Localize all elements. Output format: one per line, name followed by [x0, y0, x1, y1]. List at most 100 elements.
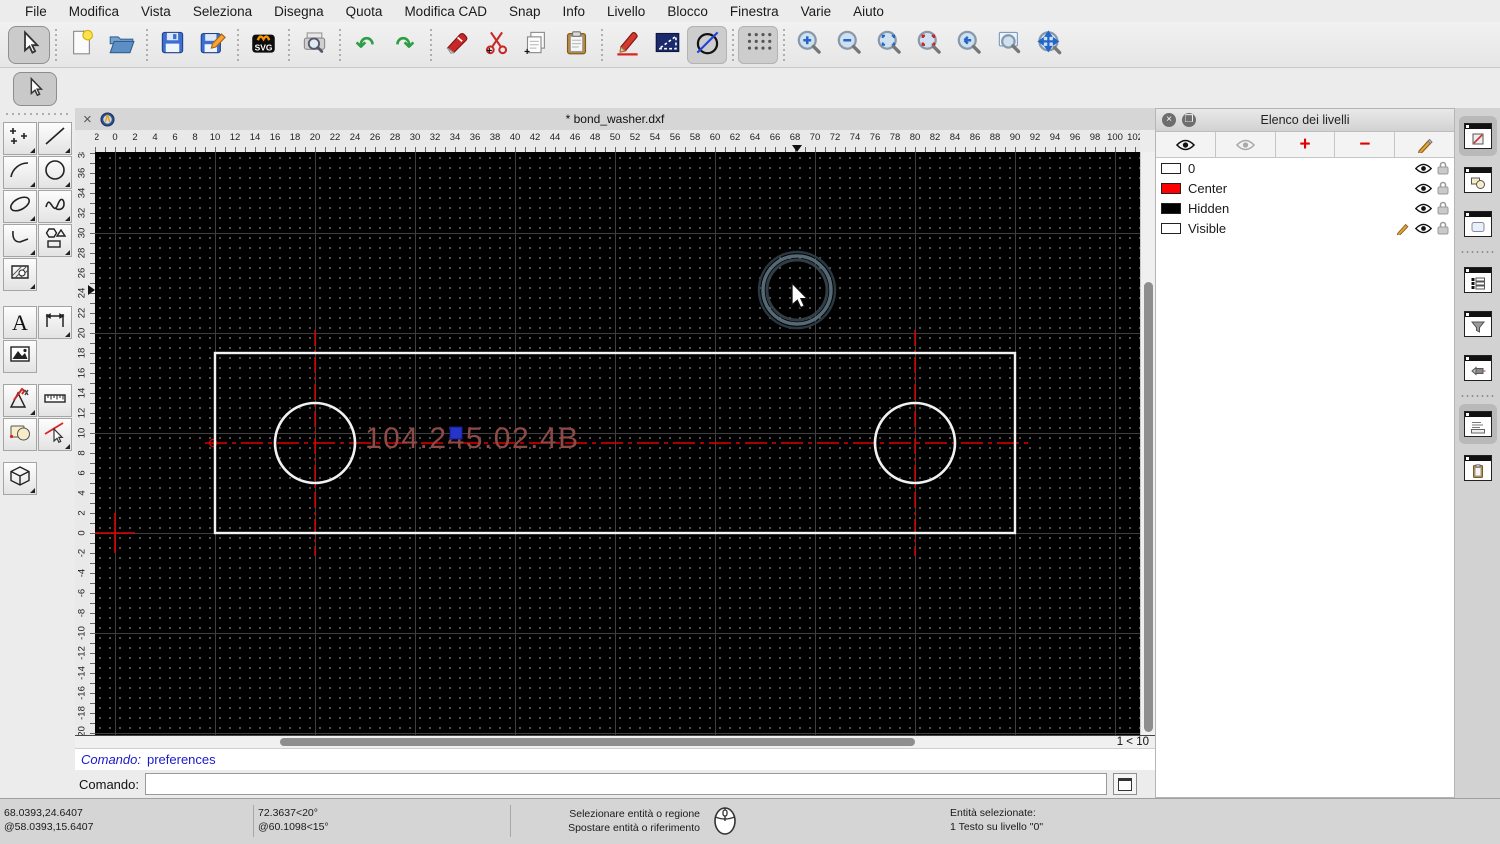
dock-entity-list-button[interactable] [1459, 260, 1497, 300]
select-cursor-button[interactable] [8, 25, 50, 64]
zoom-auto-button[interactable] [869, 26, 909, 64]
vertical-scrollbar-thumb[interactable] [1144, 282, 1153, 732]
print-preview-button[interactable] [294, 26, 334, 64]
add-layer-button[interactable]: + [1275, 132, 1336, 157]
dimension-tool[interactable] [38, 306, 72, 339]
ruler-label: 80 [909, 132, 921, 143]
drawing-canvas[interactable]: 104.245.02.4B [95, 152, 1140, 735]
ellipse-tool[interactable] [3, 190, 37, 223]
menu-finestra[interactable]: Finestra [719, 4, 790, 19]
horizontal-scrollbar[interactable]: 1 < 10 [75, 735, 1155, 748]
menu-snap[interactable]: Snap [498, 4, 552, 19]
menu-quota[interactable]: Quota [335, 4, 394, 19]
menu-vista[interactable]: Vista [130, 4, 182, 19]
save-as-button[interactable] [192, 26, 232, 64]
dock-pen-palette-button[interactable] [1459, 348, 1497, 388]
circle-line-tool-button[interactable] [687, 25, 727, 64]
dock-clipboard-button[interactable] [1459, 448, 1497, 488]
horizontal-scrollbar-thumb[interactable] [280, 738, 915, 746]
cut-button[interactable]: + [476, 26, 516, 64]
save-as-icon [199, 29, 226, 61]
dock-block-list-button[interactable] [1459, 160, 1497, 200]
dock-separator [1459, 394, 1496, 398]
menu-aiuto[interactable]: Aiuto [842, 4, 895, 19]
hatch-tool[interactable] [3, 258, 37, 291]
select-entity-tool[interactable] [38, 418, 72, 451]
dock-entity-filter-button[interactable] [1459, 304, 1497, 344]
undo-icon: ↶ [355, 31, 375, 57]
menu-info[interactable]: Info [552, 4, 597, 19]
vertical-scrollbar[interactable] [1140, 152, 1155, 735]
delete-button[interactable] [436, 26, 476, 64]
ruler-label: 66 [769, 132, 781, 143]
circle-line-icon [694, 29, 721, 61]
save-button[interactable] [152, 26, 192, 64]
svg-export-button[interactable]: SVG [243, 26, 283, 64]
layer-color-swatch [1161, 222, 1181, 234]
ruler-label: 44 [549, 132, 561, 143]
new-document-button[interactable] [61, 26, 101, 64]
zoom-window-icon [996, 29, 1023, 61]
modify-tools[interactable] [3, 384, 37, 417]
remove-layer-button[interactable]: − [1335, 132, 1396, 157]
menu-blocco[interactable]: Blocco [656, 4, 719, 19]
modify-shapes-tool[interactable] [3, 418, 37, 451]
dock-layer-list-button[interactable] [1458, 116, 1497, 156]
solid-3d-tool[interactable] [3, 462, 37, 495]
palette-select-button[interactable] [13, 72, 57, 106]
undo-button[interactable]: ↶ [345, 26, 385, 64]
menu-varie[interactable]: Varie [790, 4, 843, 19]
zoom-selected-icon [916, 29, 943, 61]
layer-name: Hidden [1188, 200, 1230, 216]
window-icon [1117, 777, 1132, 791]
edit-layer-button[interactable] [1395, 132, 1454, 157]
show-all-layers-button[interactable] [1156, 132, 1216, 157]
dock-library-browser-button[interactable] [1459, 204, 1497, 244]
layer-row-hidden[interactable]: Hidden [1156, 198, 1454, 218]
zoom-selected-button[interactable] [909, 26, 949, 64]
open-file-button[interactable] [101, 26, 141, 64]
toolbar-separator [334, 27, 345, 62]
ruler-label: 90 [1009, 132, 1021, 143]
menu-seleziona[interactable]: Seleziona [182, 4, 263, 19]
zoom-window-button[interactable] [989, 26, 1029, 64]
grid-toggle-button[interactable] [738, 25, 778, 64]
zoom-out-button[interactable] [829, 26, 869, 64]
layer-row-visible[interactable]: Visible [1156, 218, 1454, 238]
zoom-in-button[interactable] [789, 26, 829, 64]
ruler-label: 58 [689, 132, 701, 143]
command-input[interactable] [144, 773, 1107, 795]
zoom-pan-button[interactable] [1029, 26, 1069, 64]
dock-command-line-button[interactable] [1458, 404, 1497, 444]
menu-file[interactable]: File [14, 4, 58, 19]
ruler-label: 14 [76, 387, 88, 399]
line-tool[interactable] [38, 122, 72, 155]
polygon-shapes-tool[interactable] [38, 224, 72, 257]
layer-row-center[interactable]: Center [1156, 178, 1454, 198]
redo-button[interactable]: ↷ [385, 26, 425, 64]
part-number-text: 104.245.02.4B [365, 422, 580, 455]
points-tool[interactable] [3, 122, 37, 155]
layer-row-0[interactable]: 0 [1156, 158, 1454, 178]
menu-modifica-cad[interactable]: Modifica CAD [393, 4, 498, 19]
measure-tool[interactable] [38, 384, 72, 417]
menu-disegna[interactable]: Disegna [263, 4, 335, 19]
arc-tool[interactable] [3, 156, 37, 189]
copy-button[interactable]: + [516, 26, 556, 64]
command-detach-button[interactable] [1112, 773, 1137, 795]
ruler-label: 48 [589, 132, 601, 143]
cursor-arrow-icon [24, 76, 46, 103]
menu-modifica[interactable]: Modifica [58, 4, 130, 19]
zoom-previous-button[interactable] [949, 26, 989, 64]
paste-button[interactable] [556, 26, 596, 64]
hide-all-layers-button[interactable] [1215, 132, 1276, 157]
text-tool[interactable]: A [3, 306, 37, 339]
circle-tool[interactable] [38, 156, 72, 189]
dimension-style-button[interactable] [647, 26, 687, 64]
image-tool[interactable] [3, 340, 37, 373]
pen-edit-button[interactable] [607, 26, 647, 64]
clipboard-window-icon [1463, 455, 1492, 481]
spline-tool[interactable] [38, 190, 72, 223]
polyline-tool[interactable] [3, 224, 37, 257]
menu-livello[interactable]: Livello [596, 4, 656, 19]
